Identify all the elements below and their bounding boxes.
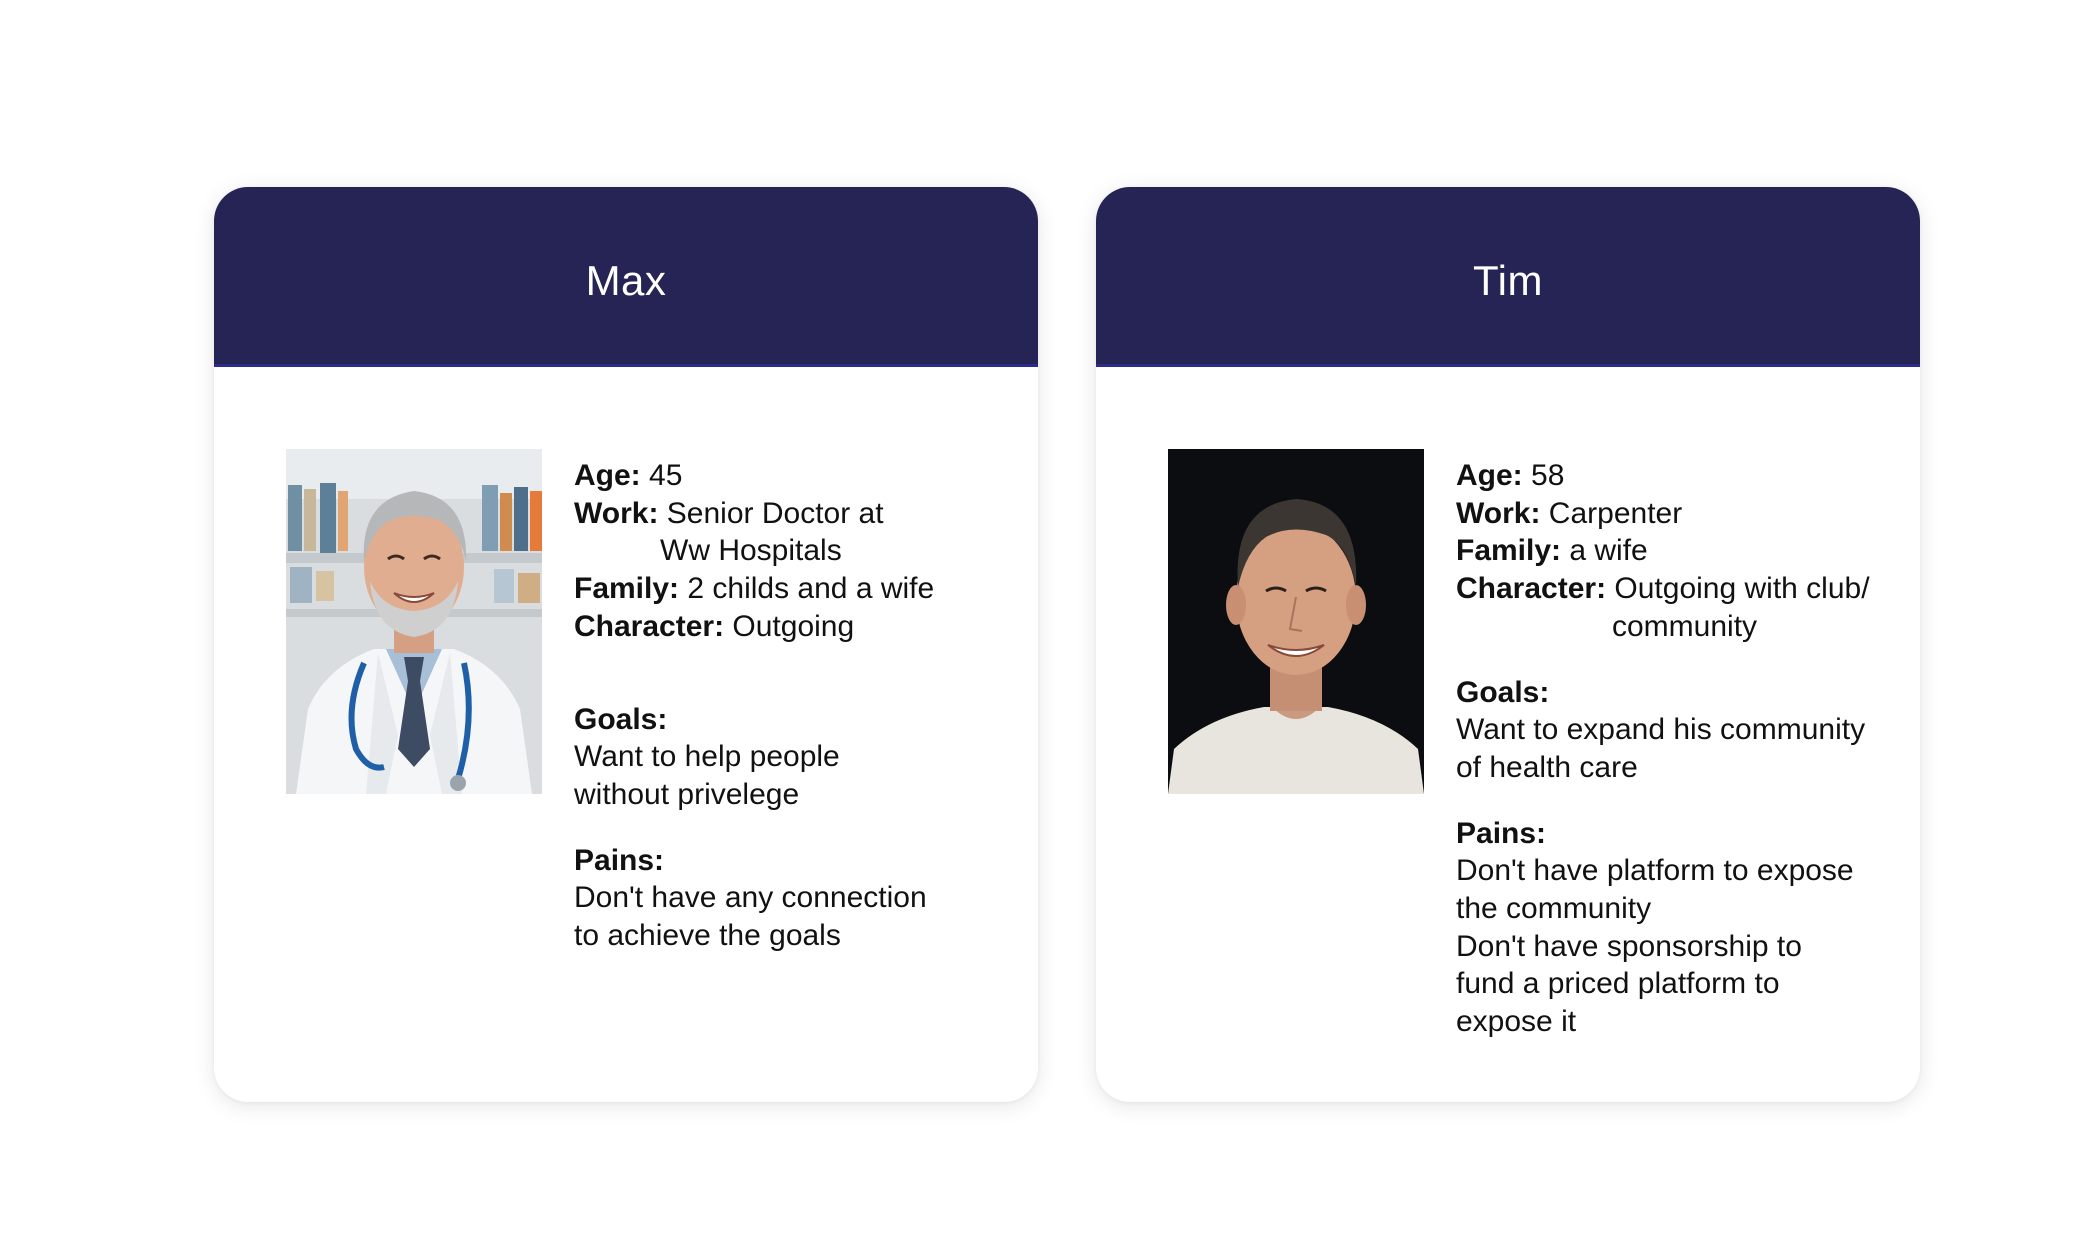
age-label: Age: (574, 459, 641, 492)
family-value: 2 childs and a wife (687, 572, 935, 606)
family-label: Family: (574, 572, 680, 606)
persona-header: Max (214, 187, 1038, 367)
goals-text-line: of health care (1456, 750, 1638, 784)
persona-name: Tim (1473, 256, 1543, 304)
pains-text-line: Don't have platform to expose (1456, 854, 1854, 888)
age-value: 58 (1531, 459, 1565, 492)
character-value: Outgoing with club/ (1614, 572, 1870, 606)
man-portrait-image (1168, 449, 1424, 794)
work-value: Senior Doctor at (666, 496, 884, 530)
persona-card-max: Max Age: 45 Work: Senior Doctor at Ww Ho… (214, 187, 1038, 1102)
goals-label: Goals: (1456, 675, 1550, 709)
character-label: Character: (574, 609, 725, 643)
persona-name: Max (585, 256, 667, 304)
pains-label: Pains: (574, 843, 665, 877)
age-label: Age: (1456, 459, 1523, 492)
work-value-continued: Ww Hospitals (660, 534, 842, 568)
work-row: Work: Senior Doctor at (574, 495, 1014, 533)
persona-details: Age: 45 Work: Senior Doctor at Ww Hospit… (574, 457, 1014, 955)
pains-text-line: fund a priced platform to (1456, 967, 1780, 1001)
character-row: Character: Outgoing (574, 608, 1014, 646)
age-value: 45 (649, 459, 683, 492)
character-row: Character: Outgoing with club/ (1456, 570, 1896, 608)
age-row: Age: 45 (574, 457, 1014, 495)
goals-text-line: Want to expand his community (1456, 713, 1866, 747)
character-value: Outgoing (732, 609, 855, 643)
family-row: Family: a wife (1456, 532, 1896, 570)
family-value: a wife (1569, 534, 1648, 568)
character-value-continued: community (1612, 609, 1758, 643)
work-row: Work: Carpenter (1456, 495, 1896, 533)
work-label: Work: (574, 496, 659, 530)
family-row: Family: 2 childs and a wife (574, 570, 1014, 608)
goals-text-line: without privelege (574, 777, 800, 811)
character-label: Character: (1456, 572, 1607, 606)
goals-label: Goals: (574, 702, 668, 736)
pains-text-line: Don't have any connection (574, 881, 927, 915)
family-label: Family: (1456, 534, 1562, 568)
pains-text-line: Don't have sponsorship to (1456, 929, 1802, 963)
age-row: Age: 58 (1456, 457, 1896, 495)
doctor-portrait-image (286, 449, 542, 794)
goals-text-line: Want to help people (574, 740, 840, 774)
pains-text-line: the community (1456, 892, 1652, 926)
pains-label: Pains: (1456, 816, 1547, 850)
work-label: Work: (1456, 496, 1541, 530)
persona-header: Tim (1096, 187, 1920, 367)
pains-text-line: to achieve the goals (574, 919, 841, 953)
pains-text-line: expose it (1456, 1005, 1577, 1039)
work-value: Carpenter (1548, 496, 1683, 530)
persona-details: Age: 58 Work: Carpenter Family: a wife C… (1456, 457, 1896, 1041)
persona-card-tim: Tim Age: 58 Work: Carpenter Family: a wi… (1096, 187, 1920, 1102)
